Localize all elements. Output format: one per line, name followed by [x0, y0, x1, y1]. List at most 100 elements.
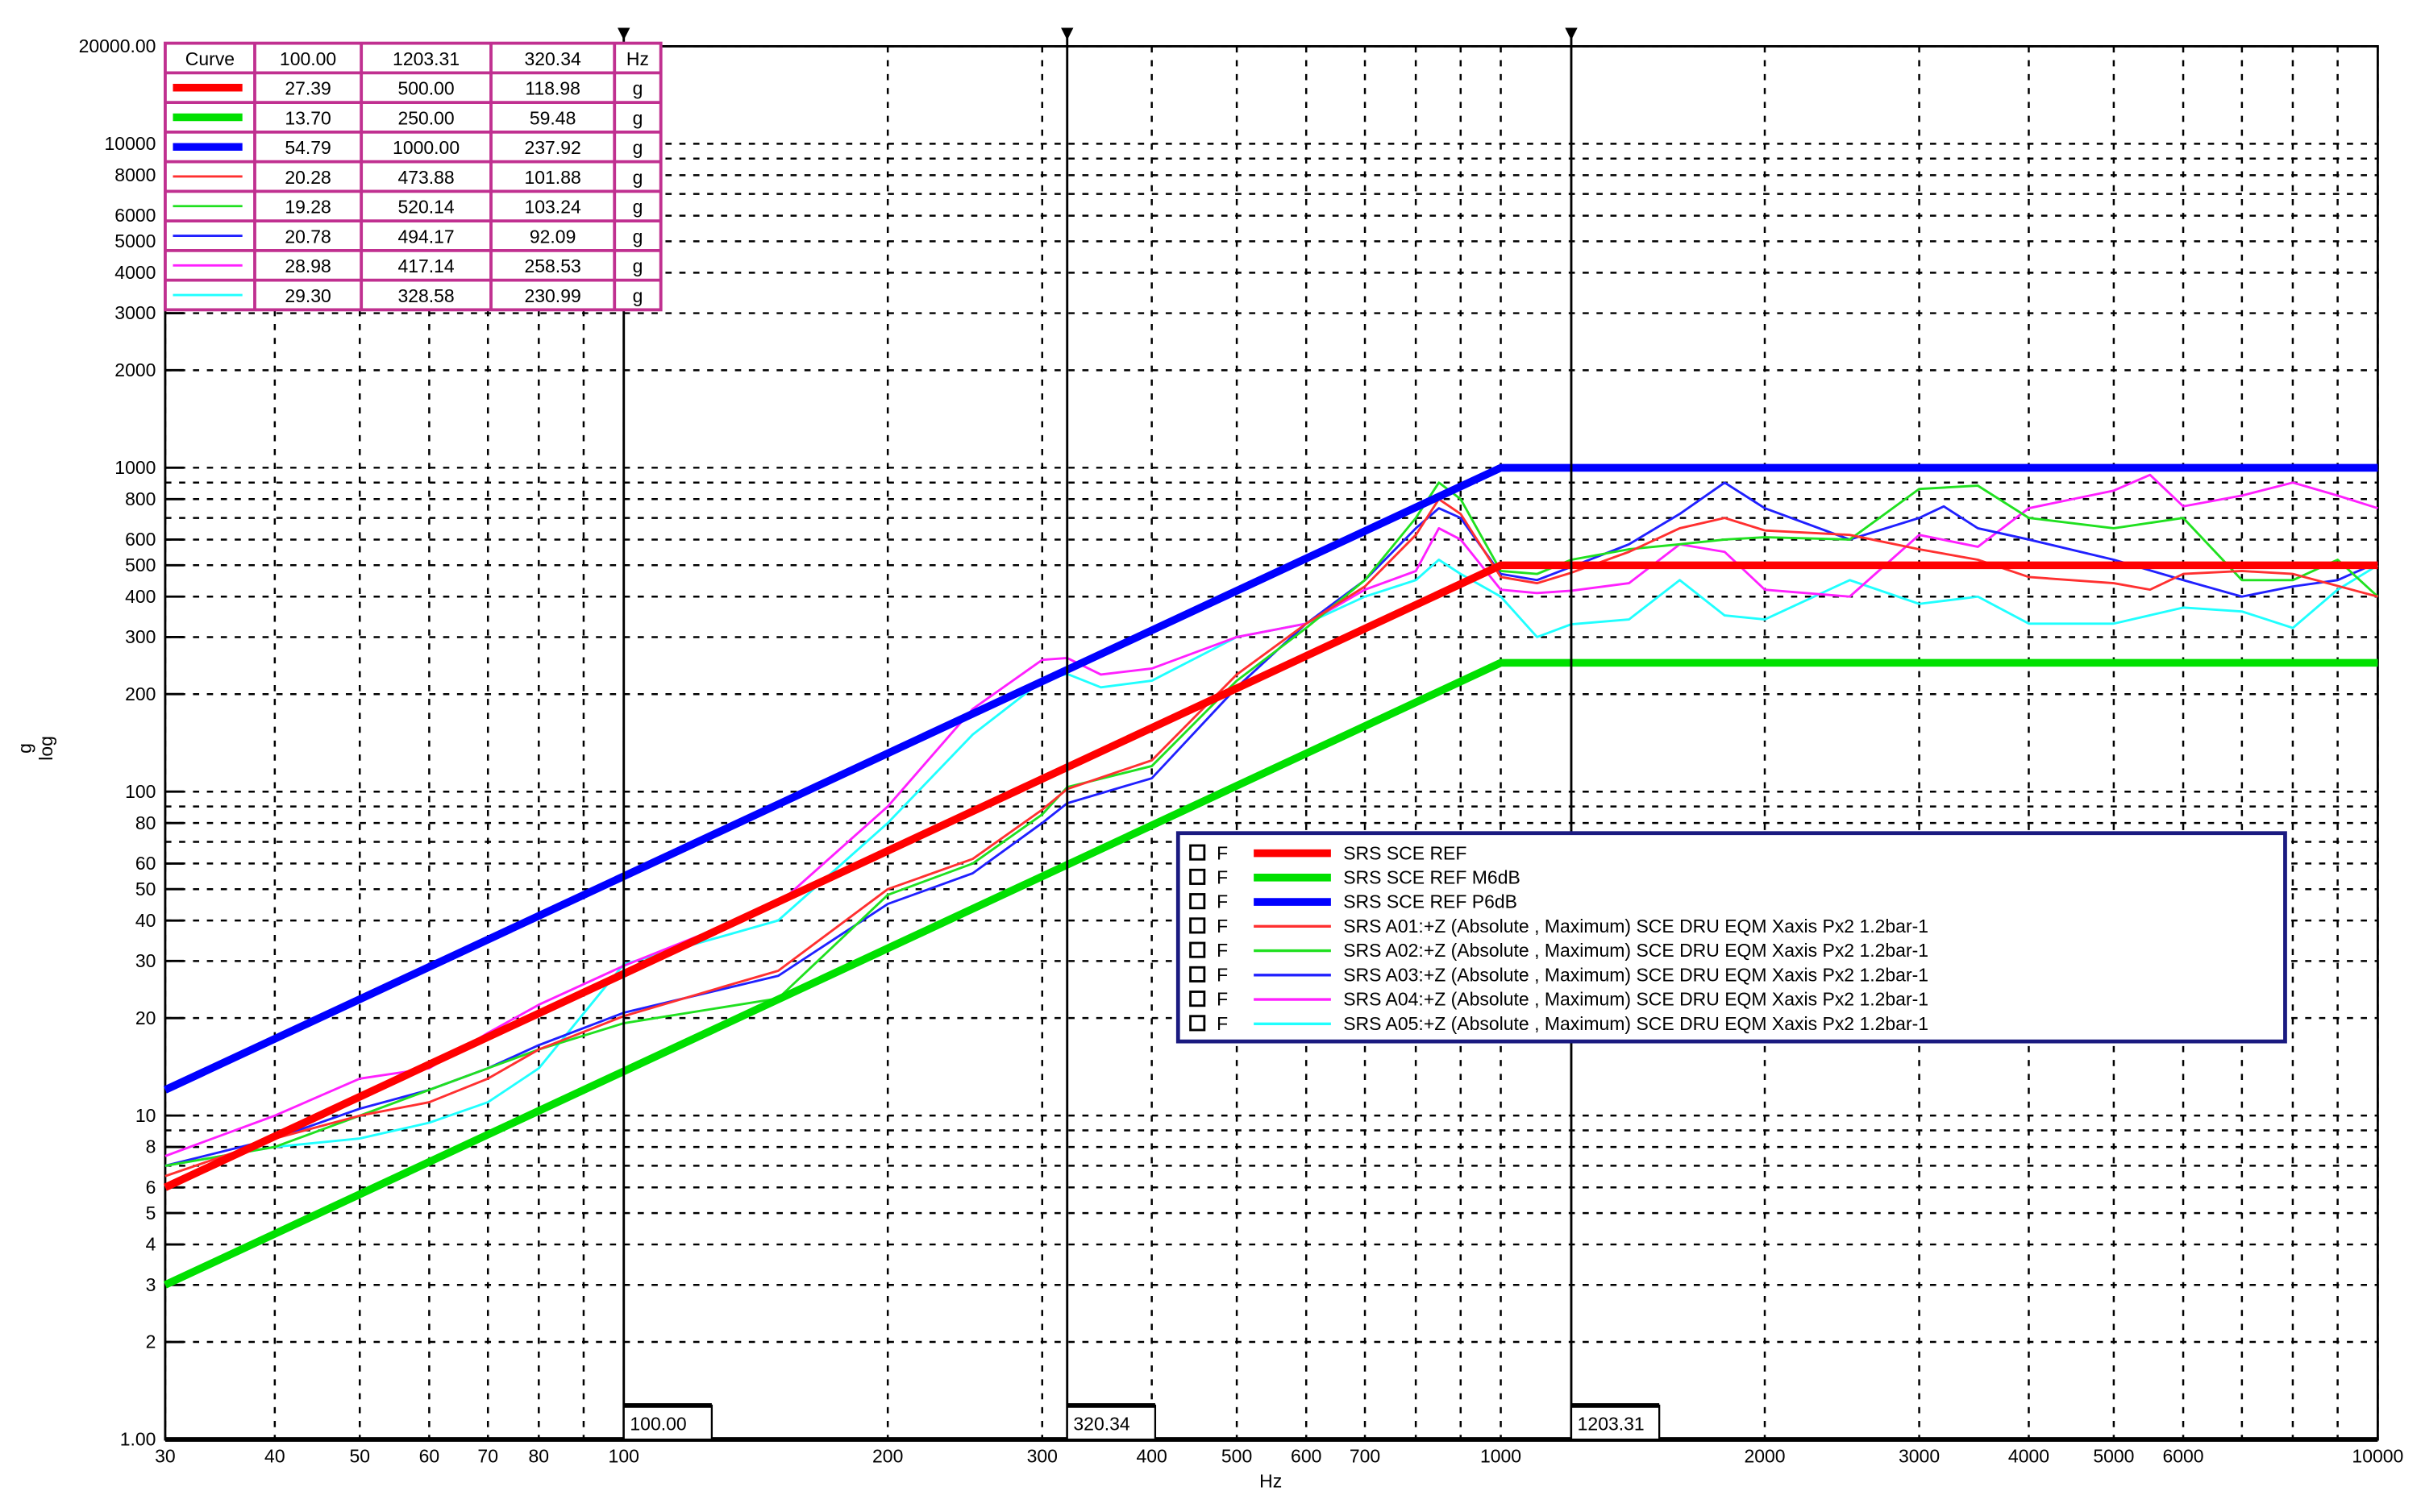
y-tick-label: 3 [146, 1274, 156, 1295]
cursor-value-label: 100.00 [630, 1414, 686, 1435]
table-value-cell: 473.88 [397, 167, 454, 188]
table-value-cell: 28.98 [285, 255, 331, 276]
table-value-cell: 1000.00 [393, 137, 460, 158]
cursor-value-label: 1203.31 [1578, 1414, 1645, 1435]
legend-checkbox[interactable] [1189, 868, 1206, 885]
table-header-cell: Curve [185, 48, 235, 69]
legend-entry-label: SRS SCE REF M6dB [1343, 867, 1520, 888]
y-tick-label: 400 [125, 586, 156, 607]
x-tick-label: 6000 [2162, 1446, 2203, 1467]
table-value-cell: 101.88 [524, 167, 580, 188]
y-tick-label: 800 [125, 488, 156, 509]
table-unit-cell: g [633, 255, 643, 276]
cursor-value-label: 320.34 [1073, 1414, 1129, 1435]
x-tick-label: 700 [1350, 1446, 1380, 1467]
y-tick-label: 6000 [114, 205, 156, 226]
legend-checkbox[interactable] [1189, 844, 1206, 861]
table-value-cell: 29.30 [285, 285, 331, 306]
table-value-cell: 118.98 [525, 78, 580, 99]
cursor-handle-icon[interactable] [1061, 27, 1074, 40]
legend-checkbox[interactable] [1189, 966, 1206, 982]
y-tick-label: 80 [135, 812, 156, 833]
table-value-cell: 59.48 [530, 107, 576, 128]
y-tick-label: 5 [146, 1203, 156, 1223]
legend-checkbox[interactable] [1189, 991, 1206, 1007]
table-unit-cell: g [633, 137, 643, 158]
table-unit-cell: g [633, 285, 643, 306]
x-tick-label: 600 [1291, 1446, 1321, 1467]
legend-flag: F [1217, 867, 1228, 888]
legend-entry-label: SRS A05:+Z (Absolute , Maximum) SCE DRU … [1343, 1013, 1928, 1034]
y-tick-label: 500 [125, 555, 156, 575]
table-value-cell: 230.99 [524, 285, 580, 306]
table-header-cell: Hz [626, 48, 649, 69]
table-value-cell: 237.92 [524, 137, 580, 158]
y-tick-label: 100 [125, 781, 156, 802]
table-value-cell: 13.70 [285, 107, 331, 128]
cursor-value-table: Curve 100.00 1203.31 320.34 Hz 27.39 500.00 118… [164, 41, 663, 312]
legend: F SRS SCE REF F SRS SCE REF M6dB F SRS SCE RE… [1175, 831, 2287, 1044]
table-value-cell: 328.58 [397, 285, 454, 306]
legend-flag: F [1217, 842, 1228, 863]
x-tick-label: 2000 [1744, 1446, 1785, 1467]
y-tick-label: 4 [146, 1234, 156, 1255]
y-tick-label: 2 [146, 1331, 156, 1352]
table-value-cell: 250.00 [397, 107, 454, 128]
x-tick-label: 60 [419, 1446, 440, 1467]
table-unit-cell: g [633, 197, 643, 218]
table-header-cell: 320.34 [524, 48, 580, 69]
y-tick-label: 6 [146, 1177, 156, 1198]
x-tick-label: 80 [529, 1446, 550, 1467]
table-value-cell: 500.00 [397, 78, 454, 99]
x-tick-label: 100 [609, 1446, 639, 1467]
y-tick-label: 40 [135, 910, 156, 931]
x-tick-label: 50 [349, 1446, 370, 1467]
legend-frame [1175, 831, 2287, 1044]
x-axis-label: Hz [1259, 1470, 1282, 1491]
y-tick-label: 10000 [105, 133, 156, 154]
table-header-cell: 100.00 [280, 48, 336, 69]
y-tick-label: 30 [135, 950, 156, 971]
legend-checkbox[interactable] [1189, 893, 1206, 910]
table-value-cell: 27.39 [285, 78, 331, 99]
legend-entry-label: SRS A02:+Z (Absolute , Maximum) SCE DRU … [1343, 940, 1928, 961]
y-tick-label: 20000.00 [79, 35, 156, 56]
x-tick-label: 4000 [2008, 1446, 2049, 1467]
legend-flag: F [1217, 964, 1228, 985]
y-tick-label: 8000 [114, 164, 156, 185]
table-unit-cell: g [633, 78, 643, 99]
y-tick-label: 5000 [114, 231, 156, 251]
y-tick-label: 200 [125, 683, 156, 704]
legend-checkbox[interactable] [1189, 1015, 1206, 1032]
y-tick-label: 300 [125, 626, 156, 647]
table-value-cell: 258.53 [524, 255, 580, 276]
legend-checkbox[interactable] [1189, 917, 1206, 934]
y-tick-label: 1.00 [120, 1429, 156, 1450]
table-header-cell: 1203.31 [393, 48, 460, 69]
y-tick-label: 50 [135, 879, 156, 899]
legend-flag: F [1217, 891, 1228, 912]
table-value-cell: 103.24 [524, 197, 580, 218]
x-tick-label: 1000 [1480, 1446, 1521, 1467]
y-tick-label: 20 [135, 1007, 156, 1028]
x-tick-label: 70 [477, 1446, 498, 1467]
cursor-handle-icon[interactable] [618, 27, 630, 40]
y-tick-label: 10 [135, 1105, 156, 1126]
legend-entry-label: SRS SCE REF P6dB [1343, 891, 1517, 912]
x-tick-label: 500 [1221, 1446, 1252, 1467]
cursor-handle-icon[interactable] [1565, 27, 1578, 40]
y-tick-label: 2000 [114, 359, 156, 380]
x-tick-label: 40 [264, 1446, 285, 1467]
legend-entry-label: SRS A04:+Z (Absolute , Maximum) SCE DRU … [1343, 989, 1928, 1010]
table-unit-cell: g [633, 167, 643, 188]
series-line [164, 481, 2378, 1167]
legend-checkbox[interactable] [1189, 941, 1206, 958]
srs-chart: 30 40 50 60 70 80 100 200 300 400 500 600 700 1000 200… [14, 27, 2403, 1491]
table-value-cell: 20.78 [285, 226, 331, 247]
table-value-cell: 417.14 [397, 255, 454, 276]
table-unit-cell: g [633, 107, 643, 128]
y-axis-scale-label: log [35, 736, 56, 761]
legend-entry-label: SRS A01:+Z (Absolute , Maximum) SCE DRU … [1343, 916, 1928, 937]
y-axis-label: g [14, 743, 35, 754]
x-tick-label: 3000 [1899, 1446, 1940, 1467]
